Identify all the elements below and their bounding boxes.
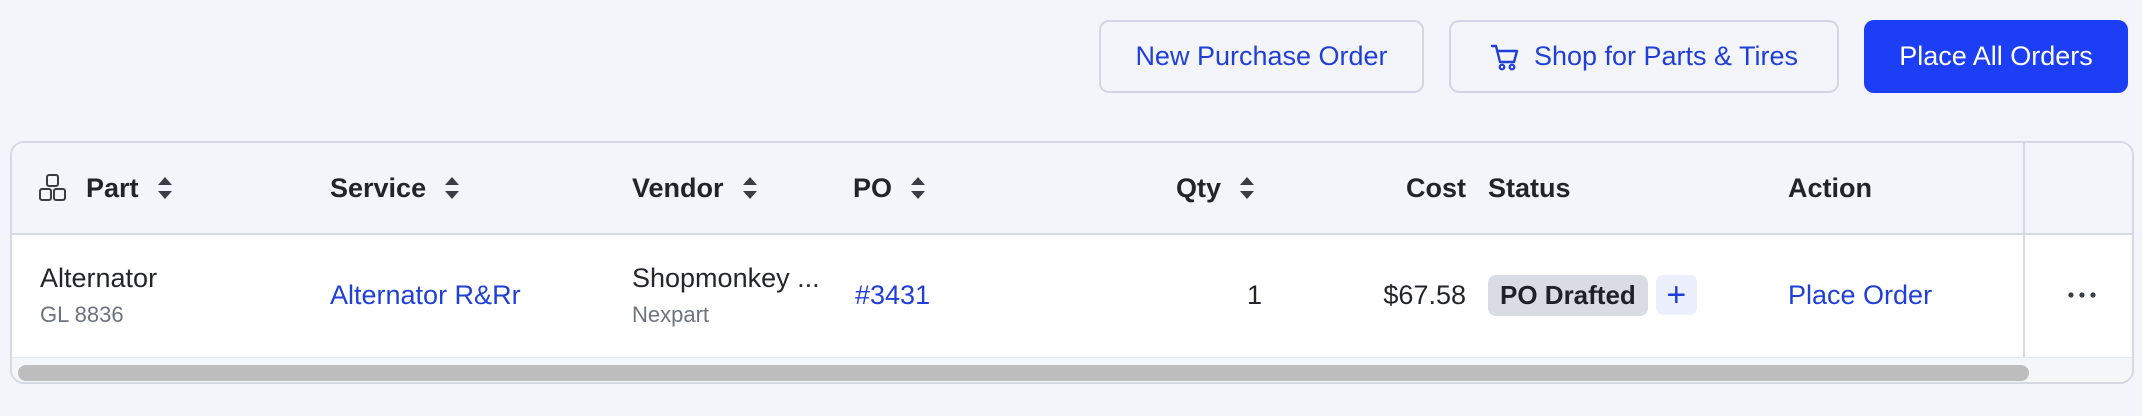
toolbar: New Purchase Order Shop for Parts & Tire… xyxy=(1099,20,2128,93)
column-header-action: Action xyxy=(1788,143,1872,233)
purchase-orders-panel: New Purchase Order Shop for Parts & Tire… xyxy=(0,0,2146,416)
qty-cell: 1 xyxy=(1162,235,1262,355)
po-cell: #3431 xyxy=(855,235,930,355)
status-badge: PO Drafted xyxy=(1488,274,1648,316)
po-link[interactable]: #3431 xyxy=(855,280,930,311)
new-purchase-order-button[interactable]: New Purchase Order xyxy=(1099,20,1424,93)
part-name: Alternator xyxy=(40,262,158,293)
shop-parts-tires-button[interactable]: Shop for Parts & Tires xyxy=(1449,20,1839,93)
column-header-action-label: Action xyxy=(1788,172,1872,203)
place-order-link[interactable]: Place Order xyxy=(1788,280,1932,311)
scrollbar-thumb[interactable] xyxy=(18,365,2029,381)
column-header-po[interactable]: PO xyxy=(853,143,926,233)
add-status-button[interactable]: + xyxy=(1655,275,1697,315)
new-purchase-order-label: New Purchase Order xyxy=(1135,41,1388,71)
column-header-qty-label: Qty xyxy=(1176,172,1222,203)
column-header-part[interactable]: Part xyxy=(38,143,173,233)
column-header-cost: Cost xyxy=(1342,143,1466,233)
ellipsis-icon xyxy=(2067,291,2097,299)
part-number: GL 8836 xyxy=(40,301,124,327)
column-header-vendor-label: Vendor xyxy=(632,172,724,203)
part-cell: Alternator GL 8836 xyxy=(40,235,157,355)
more-options-button[interactable] xyxy=(2062,235,2102,355)
sort-icon[interactable] xyxy=(1239,175,1255,201)
vendor-source: Nexpart xyxy=(632,301,710,327)
column-header-po-label: PO xyxy=(853,172,893,203)
service-link[interactable]: Alternator R&Rr xyxy=(330,280,521,311)
service-cell: Alternator R&Rr xyxy=(330,235,521,355)
parts-table: Part Service Vendor PO Qty Cost Status A… xyxy=(10,141,2134,384)
parts-boxes-icon xyxy=(38,173,68,203)
vendor-cell: Shopmonkey ... Nexpart xyxy=(632,235,820,355)
sort-icon[interactable] xyxy=(910,175,926,201)
table-header: Part Service Vendor PO Qty Cost Status A… xyxy=(12,143,2132,235)
qty-value: 1 xyxy=(1246,279,1262,310)
column-header-vendor[interactable]: Vendor xyxy=(632,143,758,233)
column-header-service[interactable]: Service xyxy=(330,143,460,233)
sort-icon[interactable] xyxy=(157,175,173,201)
shop-parts-tires-label: Shop for Parts & Tires xyxy=(1533,41,1799,71)
place-all-orders-label: Place All Orders xyxy=(1899,41,2093,71)
cost-value: $67.58 xyxy=(1383,279,1466,310)
column-header-cost-label: Cost xyxy=(1406,172,1466,203)
plus-icon: + xyxy=(1666,276,1687,314)
action-cell: Place Order xyxy=(1788,235,1932,355)
column-header-part-label: Part xyxy=(86,172,139,203)
vendor-name: Shopmonkey ... xyxy=(632,262,820,293)
column-header-status: Status xyxy=(1488,143,1571,233)
column-header-status-label: Status xyxy=(1488,172,1571,203)
place-all-orders-button[interactable]: Place All Orders xyxy=(1864,20,2128,93)
cart-icon xyxy=(1490,43,1520,71)
horizontal-scrollbar[interactable] xyxy=(12,357,2132,382)
table-row: Alternator GL 8836 Alternator R&Rr Shopm… xyxy=(12,235,2132,355)
status-cell: PO Drafted + xyxy=(1488,235,1697,355)
sort-icon[interactable] xyxy=(444,175,460,201)
sort-icon[interactable] xyxy=(742,175,758,201)
column-header-qty[interactable]: Qty xyxy=(1176,143,1255,233)
window-edge xyxy=(2142,0,2146,416)
column-header-service-label: Service xyxy=(330,172,427,203)
cost-cell: $67.58 xyxy=(1312,235,1466,355)
